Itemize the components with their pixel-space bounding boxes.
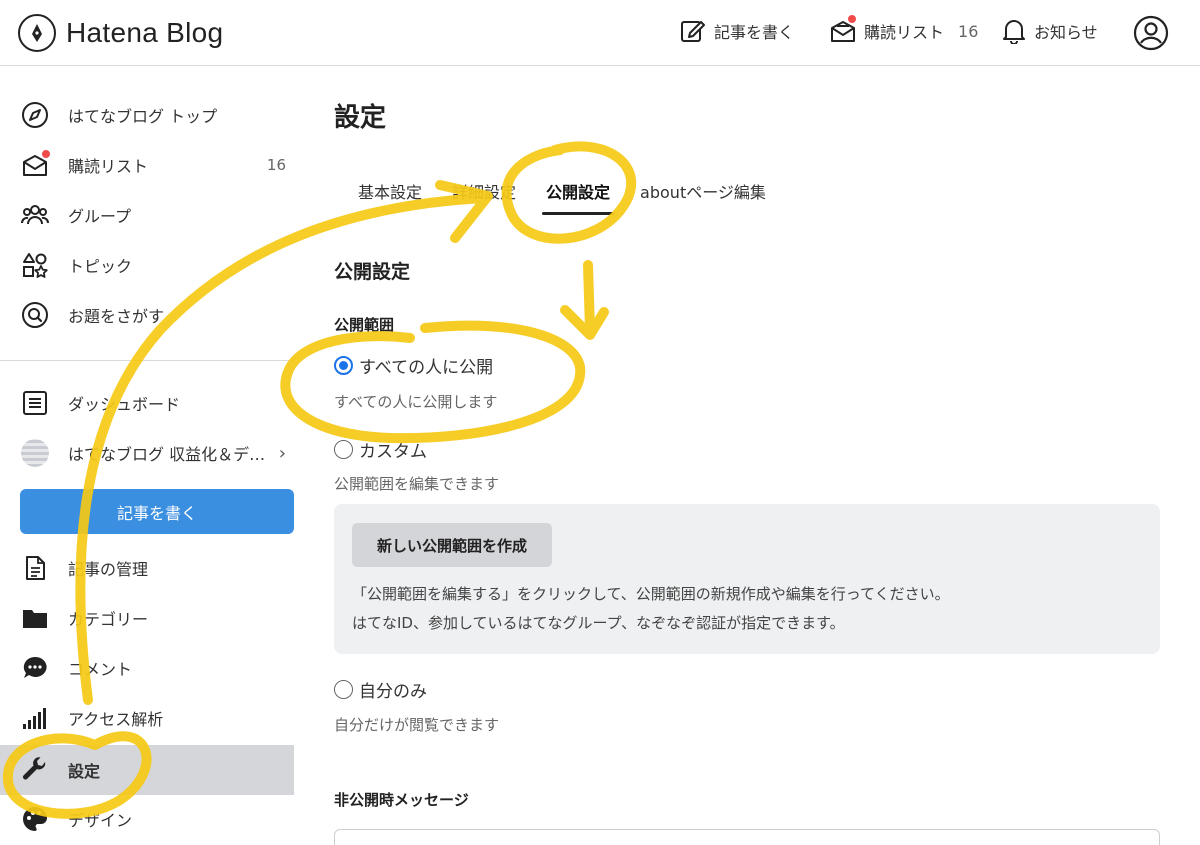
sidebar-item-label: アクセス解析 (68, 710, 164, 729)
sidebar-item-design[interactable]: デザイン (0, 795, 294, 843)
sidebar-item-comments[interactable]: コメント (0, 644, 294, 692)
radio-public-desc: すべての人に公開します (334, 393, 498, 411)
radio-public[interactable]: すべての人に公開 (334, 353, 493, 378)
write-article-link[interactable]: 記事を書く (680, 18, 794, 44)
tab-publish-settings[interactable]: 公開設定 (542, 177, 615, 215)
create-visibility-button[interactable]: 新しい公開範囲を作成 (352, 523, 552, 567)
compass-icon (20, 100, 50, 130)
sidebar-item-label: お題をさがす (68, 307, 165, 326)
reading-list-count: 16 (266, 156, 286, 174)
radio-private-label: 自分のみ (359, 682, 427, 702)
tab-advanced-settings[interactable]: 詳細設定 (452, 177, 516, 215)
reading-list-label: 購読リスト (864, 23, 945, 42)
sidebar-item-label: 記事の管理 (68, 560, 149, 579)
sidebar-item-label: はてなブログ 収益化＆デ… (68, 445, 266, 464)
dashboard-icon (20, 388, 50, 418)
sidebar-item-label: コメント (68, 660, 133, 679)
write-article-label: 記事を書く (714, 23, 795, 42)
wrench-icon (20, 755, 50, 785)
sidebar-item-label: カテゴリー (68, 610, 149, 629)
bell-icon (1003, 20, 1025, 44)
radio-custom-label: カスタム (359, 442, 427, 462)
private-message-input[interactable] (334, 829, 1160, 845)
radio-custom-desc: 公開範囲を編集できます (334, 475, 500, 493)
radio-private[interactable]: 自分のみ (334, 677, 427, 702)
folder-icon (20, 603, 50, 633)
sidebar: はてなブログ トップ 購読リスト 16 グループ トピック お題をさがす ダッシ… (0, 67, 294, 845)
settings-tabs: 基本設定 詳細設定 公開設定 aboutページ編集 (358, 177, 796, 215)
private-message-label: 非公開時メッセージ (334, 791, 469, 809)
unread-badge (847, 14, 857, 24)
sidebar-item-label: ダッシュボード (68, 395, 181, 414)
visibility-label: 公開範囲 (334, 316, 395, 334)
settings-main: 設定 基本設定 詳細設定 公開設定 aboutページ編集 公開設定 公開範囲 す… (334, 67, 1164, 845)
blog-avatar (20, 438, 50, 468)
radio-custom[interactable]: カスタム (334, 437, 427, 462)
tab-basic-settings[interactable]: 基本設定 (358, 177, 422, 215)
sidebar-item-settings[interactable]: 設定 (0, 745, 294, 795)
sidebar-item-label: 設定 (68, 762, 101, 781)
sidebar-item-label: グループ (68, 207, 132, 226)
sidebar-item-dashboard[interactable]: ダッシュボード (0, 379, 294, 427)
sidebar-divider (0, 360, 294, 361)
sidebar-item-reading-list[interactable]: 購読リスト 16 (0, 141, 294, 189)
sidebar-item-manage-articles[interactable]: 記事の管理 (0, 544, 294, 592)
document-icon (20, 553, 50, 583)
page-title: 設定 (334, 103, 387, 133)
sidebar-item-label: トピック (68, 257, 133, 276)
group-icon (20, 200, 50, 230)
sidebar-item-analytics[interactable]: アクセス解析 (0, 694, 294, 742)
radio-button-checked[interactable] (334, 356, 353, 375)
sidebar-item-label: 購読リスト (68, 157, 149, 176)
notifications-label: お知らせ (1034, 23, 1098, 42)
palette-icon (20, 804, 50, 834)
radio-button[interactable] (334, 440, 353, 459)
sidebar-item-topic[interactable]: トピック (0, 241, 294, 289)
write-article-button[interactable]: 記事を書く (20, 489, 294, 534)
radio-button[interactable] (334, 680, 353, 699)
logo-text: Hatena Blog (66, 17, 224, 48)
app-header: Hatena Blog 記事を書く 購読リスト 16 お知らせ (0, 0, 1200, 66)
pen-nib-icon (18, 14, 56, 52)
logo[interactable]: Hatena Blog (18, 14, 223, 52)
info-text-line-2: はてなID、参加しているはてなグループ、なぞなぞ認証が指定できます。 (352, 614, 845, 632)
reading-list-link[interactable]: 購読リスト 16 (830, 14, 979, 44)
section-title: 公開設定 (334, 261, 411, 283)
tab-about-page[interactable]: aboutページ編集 (640, 177, 766, 215)
analytics-icon (20, 703, 50, 733)
sidebar-item-group[interactable]: グループ (0, 191, 294, 239)
unread-badge (41, 149, 51, 159)
reading-list-icon (830, 14, 857, 44)
sidebar-item-hatena-top[interactable]: はてなブログ トップ (0, 91, 294, 139)
info-text-line-1: 「公開範囲を編集する」をクリックして、公開範囲の新規作成や編集を行ってください。 (352, 585, 950, 603)
search-theme-icon (20, 300, 50, 330)
user-avatar-icon[interactable] (1133, 15, 1169, 55)
comment-icon (20, 653, 50, 683)
reading-list-count: 16 (958, 21, 979, 41)
radio-public-label: すべての人に公開 (359, 358, 494, 378)
sidebar-item-blog[interactable]: はてなブログ 収益化＆デ… › (0, 429, 294, 477)
sidebar-item-label: デザイン (68, 811, 133, 830)
notifications-link[interactable]: お知らせ (1002, 18, 1098, 44)
topic-icon (20, 250, 50, 280)
sidebar-item-find-theme[interactable]: お題をさがす (0, 291, 294, 339)
radio-private-desc: 自分だけが閲覧できます (334, 716, 500, 734)
sidebar-item-category[interactable]: カテゴリー (0, 594, 294, 642)
sidebar-item-label: はてなブログ トップ (68, 107, 218, 126)
reading-list-icon (20, 149, 51, 180)
custom-visibility-box: 新しい公開範囲を作成 「公開範囲を編集する」をクリックして、公開範囲の新規作成や… (334, 504, 1160, 654)
chevron-right-icon: › (278, 442, 286, 464)
edit-icon (681, 21, 705, 42)
